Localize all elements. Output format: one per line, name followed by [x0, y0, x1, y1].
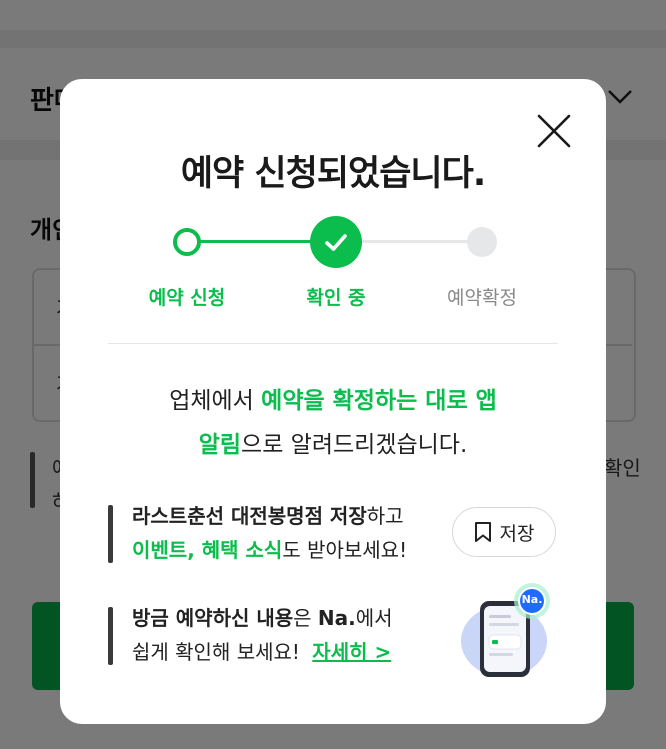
- store-highlight: 이벤트, 혜택 소식: [132, 538, 283, 562]
- divider: [108, 343, 558, 344]
- store-row-bar: [108, 505, 113, 563]
- notice-highlight2: 알림: [198, 432, 242, 458]
- save-store-button[interactable]: 저장: [452, 507, 556, 557]
- notification-notice: 업체에서 예약을 확정하는 대로 앱 알림으로 알려드리겠습니다.: [60, 379, 606, 467]
- step-node-pending: [466, 226, 498, 262]
- phone-illustration-icon: [461, 583, 550, 677]
- step-node-done: [172, 227, 202, 261]
- check-icon: [310, 216, 362, 268]
- step-label-confirmed: 예약확정: [447, 287, 517, 309]
- modal-title: 예약 신청되었습니다.: [180, 154, 486, 194]
- store-line1: 라스트춘선 대전봉명점 저장하고: [132, 499, 404, 533]
- na-line2: 쉽게 확인해 보세요! 자세히 >: [132, 635, 391, 669]
- close-icon: [537, 114, 571, 148]
- na-text2: 에서: [355, 606, 393, 630]
- store-name-suffix: 하고: [366, 504, 404, 528]
- na-line2-text: 쉽게 확인해 보세요!: [132, 640, 300, 664]
- step-line-pending: [360, 240, 480, 243]
- details-link[interactable]: 자세히 >: [312, 640, 391, 664]
- na-line1: 방금 예약하신 내용은 Na.에서: [132, 601, 393, 635]
- step-label-checking: 확인 중: [306, 287, 366, 309]
- store-line2: 이벤트, 혜택 소식도 받아보세요!: [132, 533, 407, 567]
- notice-part1: 업체에서: [169, 388, 262, 414]
- na-bold2: Na.: [317, 606, 356, 630]
- step-node-current: [310, 216, 362, 272]
- notice-part2: 으로 알려드리겠습니다.: [241, 432, 468, 458]
- na-row-bar: [108, 607, 113, 665]
- bookmark-icon: [474, 522, 491, 542]
- save-button-label: 저장: [499, 522, 535, 545]
- na-bold1: 방금 예약하신 내용: [132, 606, 294, 630]
- close-button[interactable]: [536, 113, 572, 149]
- na-app-illustration: Na.: [460, 583, 560, 679]
- na-text1: 은: [293, 606, 318, 630]
- store-suffix: 도 받아보세요!: [282, 538, 408, 562]
- step-label-requested: 예약 신청: [148, 287, 226, 309]
- store-name: 라스트춘선 대전봉명점 저장: [132, 504, 367, 528]
- reservation-complete-modal: 예약 신청되었습니다. 예약 신청 확인 중 예약확정 업체에서 예약을 확정하…: [60, 79, 606, 724]
- na-badge-text: Na.: [521, 593, 543, 606]
- notice-highlight1: 예약을 확정하는 대로 앱: [261, 388, 497, 414]
